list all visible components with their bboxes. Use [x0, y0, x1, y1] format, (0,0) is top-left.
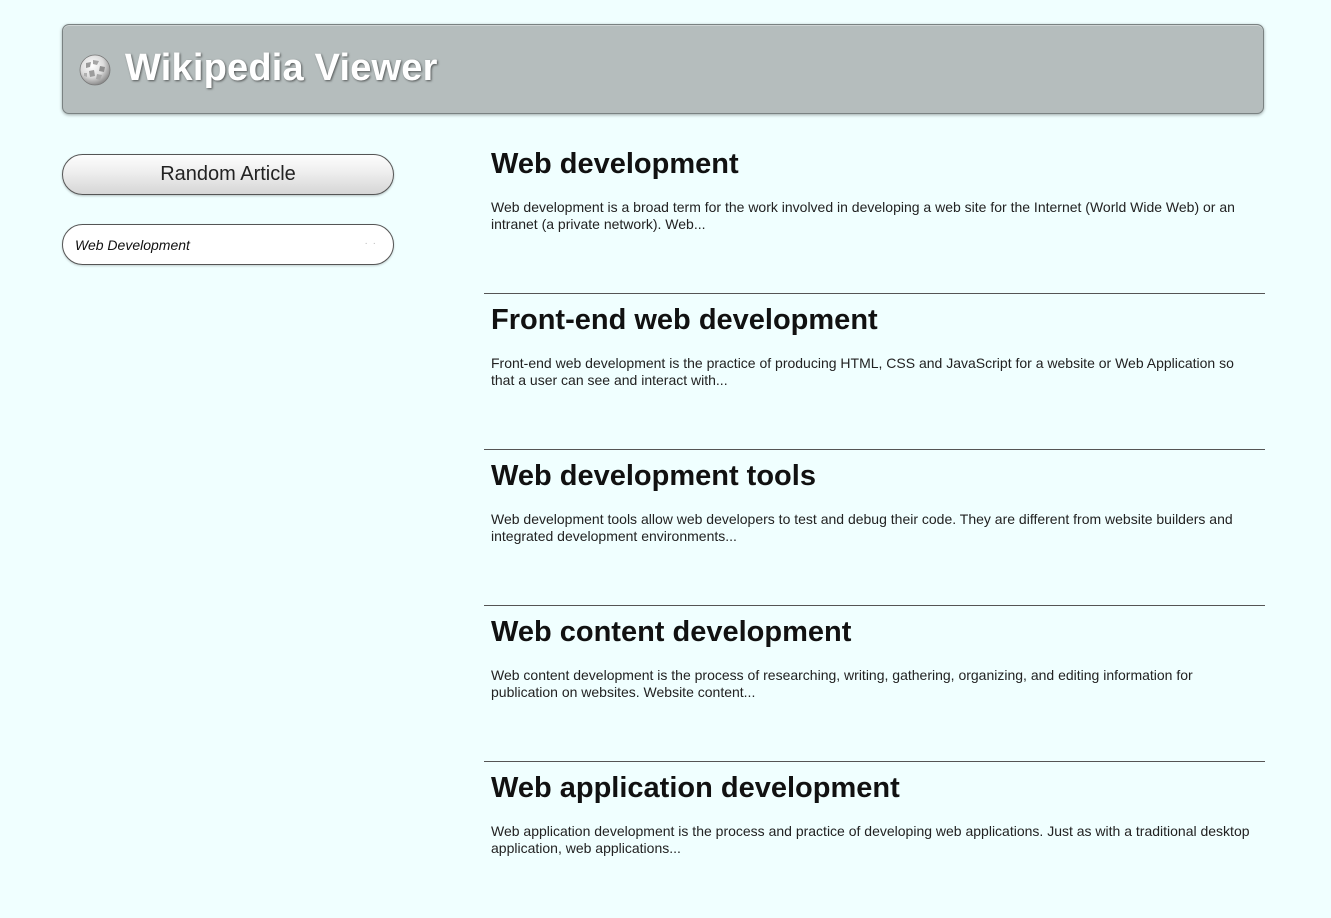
- result-snippet: Web content development is the process o…: [491, 667, 1193, 700]
- result-title[interactable]: Web development tools: [491, 460, 816, 493]
- wikipedia-globe-icon: [79, 54, 111, 86]
- result-title[interactable]: Web development: [491, 148, 739, 181]
- search-input[interactable]: [75, 234, 355, 256]
- result-snippet: Web development tools allow web develope…: [491, 511, 1233, 544]
- result-title[interactable]: Web content development: [491, 616, 851, 649]
- result-item[interactable]: Web application development Web applicat…: [484, 762, 1265, 918]
- result-item[interactable]: Front-end web development Front-end web …: [484, 294, 1265, 450]
- result-item[interactable]: Web content development Web content deve…: [484, 606, 1265, 762]
- app-header: Wikipedia Viewer: [62, 24, 1264, 114]
- input-handle-icon: · ·: [364, 238, 377, 249]
- result-title[interactable]: Web application development: [491, 772, 900, 805]
- search-results-list: Web development Web development is a bro…: [484, 138, 1265, 918]
- result-snippet: Web application development is the proce…: [491, 823, 1250, 856]
- result-item[interactable]: Web development tools Web development to…: [484, 450, 1265, 606]
- search-field[interactable]: · ·: [62, 224, 394, 265]
- result-snippet: Front-end web development is the practic…: [491, 355, 1234, 388]
- result-snippet: Web development is a broad term for the …: [491, 199, 1235, 232]
- random-article-button[interactable]: Random Article: [62, 154, 394, 195]
- result-item[interactable]: Web development Web development is a bro…: [484, 138, 1265, 294]
- app-title: Wikipedia Viewer: [125, 47, 438, 89]
- result-title[interactable]: Front-end web development: [491, 304, 878, 337]
